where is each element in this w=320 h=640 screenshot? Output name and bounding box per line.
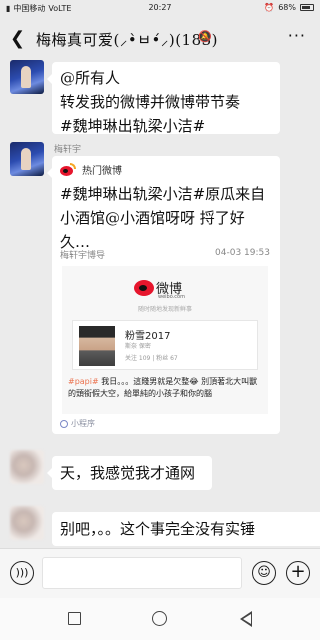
profile-photo xyxy=(79,326,115,366)
message-bubble[interactable]: 别吧，。。这个事完全没有实锤 xyxy=(52,512,320,546)
chat-title: 梅梅真可爱(⸝•̀ㅂ•́⸝)(183) xyxy=(36,31,219,49)
message-bubble[interactable]: 天，我感觉我才通网 xyxy=(47,456,212,490)
mini-program-icon xyxy=(60,419,68,428)
profile-sub: 斯奈 保密 xyxy=(125,343,151,350)
voice-icon[interactable]: ))) xyxy=(10,561,34,585)
avatar[interactable] xyxy=(10,142,44,176)
weibo-site: weibo.com xyxy=(158,294,185,300)
weibo-share-card[interactable]: 热门微博 #魏坤琳出轨梁小洁#原瓜来自 小酒馆@小酒馆呀呀 捋了好久… 梅轩宇博… xyxy=(47,156,280,434)
back-arrow-icon[interactable]: ❮ xyxy=(10,28,25,49)
card-line: #魏坤琳出轨梁小洁#原瓜来自 xyxy=(60,185,266,203)
plus-icon[interactable]: + xyxy=(286,561,310,585)
message-bubble[interactable]: @所有人 转发我的微博并微博带节奏 #魏坤琳出轨梁小洁# xyxy=(47,62,280,135)
battery-percent: 68% xyxy=(278,3,296,12)
system-nav-bar xyxy=(0,598,320,640)
alarm-icon: ⏰ xyxy=(264,3,275,12)
message-line: @所有人 xyxy=(60,69,121,87)
battery-icon xyxy=(300,4,314,11)
triangle-back-icon[interactable] xyxy=(240,611,252,627)
message-input[interactable] xyxy=(42,557,242,589)
profile-card: 粉雪2017 斯奈 保密 关注 109 | 粉丝 67 xyxy=(72,320,258,370)
avatar[interactable] xyxy=(10,60,44,94)
preview-tag: #papi# xyxy=(68,377,99,386)
message-line: 转发我的微博并微博带节奏 xyxy=(60,93,241,111)
weibo-logo-icon xyxy=(60,162,76,177)
weibo-wordmark: 微博 weibo.com xyxy=(134,276,204,302)
card-source: 热门微博 xyxy=(60,162,122,177)
emoji-icon[interactable]: ☺ xyxy=(252,561,276,585)
card-date: 04-03 19:53 xyxy=(215,248,270,258)
card-footer-label: 小程序 xyxy=(71,419,95,428)
message-line: 天，我感觉我才通网 xyxy=(60,464,196,482)
card-line: 小酒馆@小酒馆呀呀 捋了好久… xyxy=(60,209,245,251)
card-preview-image: 微博 weibo.com 随时随地发现新鲜事 粉雪2017 斯奈 保密 关注 1… xyxy=(62,266,268,414)
bell-muted-icon: 🔕 xyxy=(198,30,212,43)
preview-body: #papi# 我日。。。這賤男就是欠整😂 別頂著北大叫獸的頭銜假大空，給單純的小… xyxy=(68,376,264,400)
input-bar: ))) ☺ + xyxy=(0,548,320,598)
message-line: 别吧，。。这个事完全没有实锤 xyxy=(60,520,256,538)
card-footer: 小程序 xyxy=(60,418,95,429)
card-text: #魏坤琳出轨梁小洁#原瓜来自 小酒馆@小酒馆呀呀 捋了好久… xyxy=(60,182,270,254)
profile-stats: 关注 109 | 粉丝 67 xyxy=(125,355,178,362)
card-source-label: 热门微博 xyxy=(82,166,122,177)
sender-name: 梅轩宇 xyxy=(54,145,82,155)
circle-icon[interactable] xyxy=(152,611,167,626)
card-author: 梅轩宇博导 xyxy=(60,251,106,261)
weibo-slogan: 随时随地发现新鲜事 xyxy=(138,306,193,313)
weibo-eye-icon xyxy=(134,280,154,296)
avatar[interactable] xyxy=(10,450,44,484)
more-dots-icon[interactable]: ··· xyxy=(288,26,306,45)
avatar[interactable] xyxy=(10,506,44,540)
card-meta: 梅轩宇博导 04-03 19:53 xyxy=(60,248,270,261)
message-line: #魏坤琳出轨梁小洁# xyxy=(60,117,206,135)
status-bar: ▮ 中国移动 VoLTE 20:27 ⏰ 68% xyxy=(0,0,320,16)
profile-name: 粉雪2017 xyxy=(125,331,171,342)
chat-header: ❮ 梅梅真可爱(⸝•̀ㅂ•́⸝)(183) 🔕 ··· xyxy=(0,16,320,60)
square-icon[interactable] xyxy=(68,612,81,625)
